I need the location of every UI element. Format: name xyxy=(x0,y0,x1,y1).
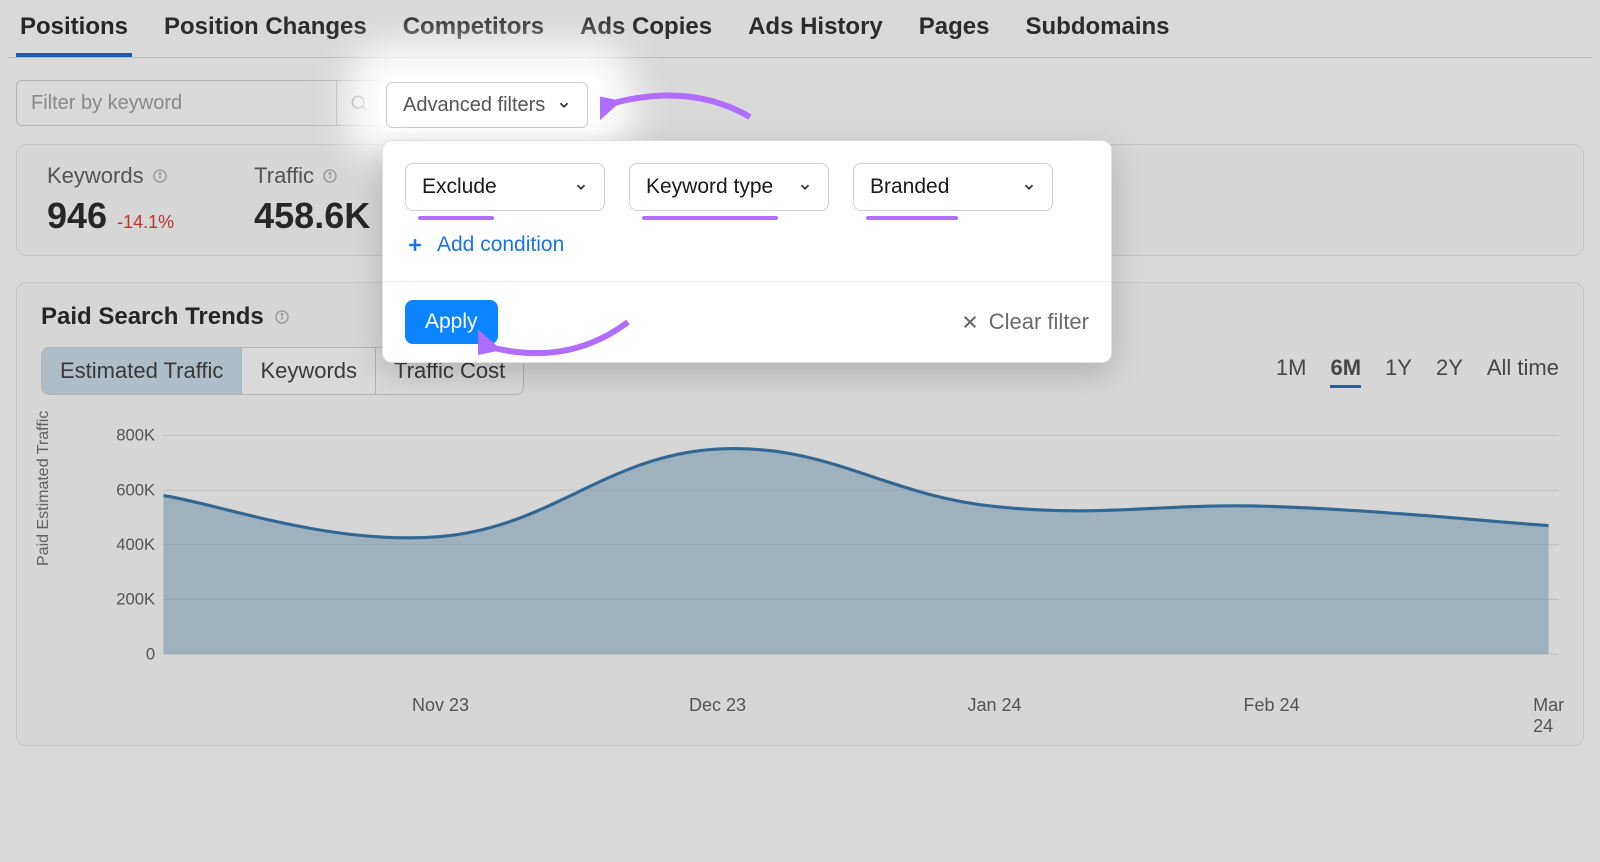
svg-text:600K: 600K xyxy=(116,480,155,499)
condition-field-dropdown[interactable]: Keyword type xyxy=(629,163,829,211)
kpi-traffic-label: Traffic xyxy=(254,163,370,189)
condition-operator-dropdown[interactable]: Exclude xyxy=(405,163,605,211)
segment-keywords[interactable]: Keywords xyxy=(242,347,376,395)
range-6m[interactable]: 6M xyxy=(1330,355,1361,388)
xaxis-tick: Dec 23 xyxy=(689,695,746,716)
kpi-traffic-value: 458.6K xyxy=(254,195,370,237)
plus-icon xyxy=(405,235,425,255)
advanced-filters-button-spot[interactable]: Advanced filters xyxy=(386,82,588,128)
tabs: Positions Position Changes Competitors Ads … xyxy=(8,0,1592,58)
tab-position-changes[interactable]: Position Changes xyxy=(160,0,371,57)
xaxis-tick: Nov 23 xyxy=(412,695,469,716)
search-icon xyxy=(349,93,369,113)
add-condition-button[interactable]: Add condition xyxy=(405,233,1089,257)
annotation-arrow xyxy=(478,312,638,372)
kpi-keywords-value: 946 xyxy=(47,195,107,237)
xaxis-tick: Jan 24 xyxy=(968,695,1022,716)
info-icon xyxy=(152,168,168,184)
chevron-down-icon xyxy=(574,180,588,194)
condition-value-dropdown[interactable]: Branded xyxy=(853,163,1053,211)
tab-competitors[interactable]: Competitors xyxy=(399,0,548,57)
annotation-arrow xyxy=(600,82,760,132)
section-title: Paid Search Trends xyxy=(41,303,264,331)
range-1m[interactable]: 1M xyxy=(1276,355,1307,388)
svg-text:800K: 800K xyxy=(116,426,155,445)
tab-positions[interactable]: Positions xyxy=(16,0,132,57)
tab-pages[interactable]: Pages xyxy=(915,0,994,57)
segment-estimated-traffic[interactable]: Estimated Traffic xyxy=(41,347,242,395)
search-button[interactable] xyxy=(336,80,382,126)
xaxis-tick: Feb 24 xyxy=(1244,695,1300,716)
kpi-keywords-delta: -14.1% xyxy=(117,212,174,233)
info-icon xyxy=(274,309,290,325)
info-icon xyxy=(322,168,338,184)
clear-filter-button[interactable]: Clear filter xyxy=(961,309,1089,335)
range-all-time[interactable]: All time xyxy=(1487,355,1559,388)
area-chart: 0 200K 400K 600K 800K xyxy=(101,425,1559,665)
chevron-down-icon xyxy=(798,180,812,194)
kpi-keywords-label: Keywords xyxy=(47,163,174,189)
tab-subdomains[interactable]: Subdomains xyxy=(1022,0,1174,57)
chevron-down-icon xyxy=(1022,180,1036,194)
svg-text:200K: 200K xyxy=(116,590,155,609)
chevron-down-icon xyxy=(557,98,571,112)
range-selector: 1M 6M 1Y 2Y All time xyxy=(1276,355,1559,388)
chart-xaxis: Nov 23Dec 23Jan 24Feb 24Mar 24 xyxy=(101,695,1559,725)
svg-text:400K: 400K xyxy=(116,535,155,554)
svg-text:0: 0 xyxy=(146,644,155,663)
close-icon xyxy=(961,313,979,331)
tab-ads-history[interactable]: Ads History xyxy=(744,0,887,57)
filter-keyword-input[interactable] xyxy=(16,80,336,126)
xaxis-tick: Mar 24 xyxy=(1533,695,1564,737)
range-2y[interactable]: 2Y xyxy=(1436,355,1463,388)
chart-ylabel: Paid Estimated Traffic xyxy=(35,411,53,566)
range-1y[interactable]: 1Y xyxy=(1385,355,1412,388)
tab-ads-copies[interactable]: Ads Copies xyxy=(576,0,716,57)
toolbar: Advanced filters xyxy=(8,58,1592,126)
